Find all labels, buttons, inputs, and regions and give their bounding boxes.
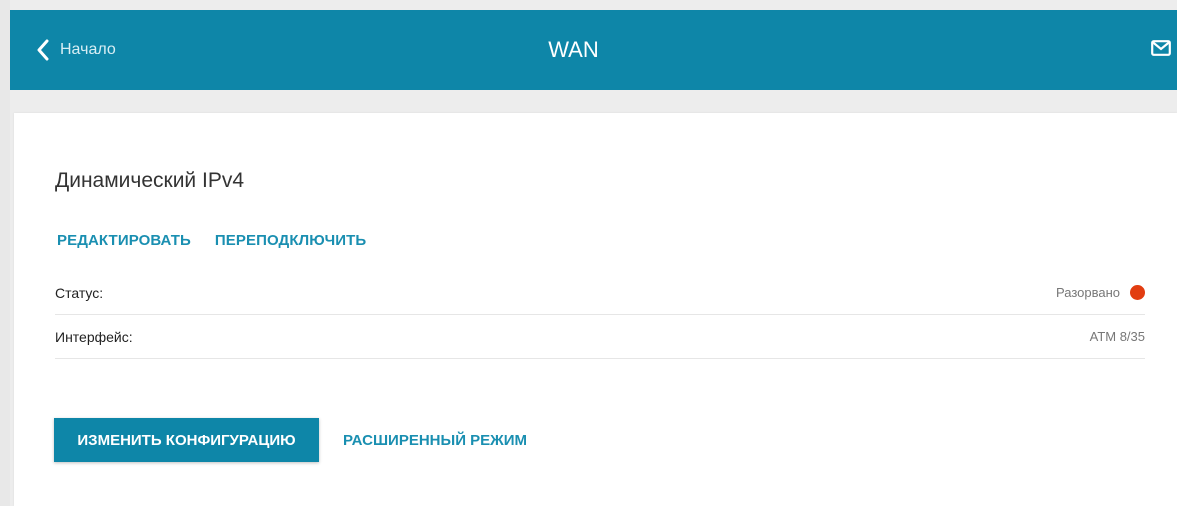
interface-row: Интерфейс: ATM 8/35 bbox=[55, 315, 1145, 359]
connection-title: Динамический IPv4 bbox=[55, 169, 245, 192]
edit-link[interactable]: РЕДАКТИРОВАТЬ bbox=[57, 232, 191, 249]
left-edge-strip bbox=[0, 0, 10, 506]
status-label: Статус: bbox=[55, 284, 104, 301]
mail-button[interactable] bbox=[1145, 10, 1177, 90]
reconnect-link[interactable]: ПЕРЕПОДКЛЮЧИТЬ bbox=[215, 232, 366, 249]
status-value: Разорвано bbox=[1056, 285, 1120, 300]
interface-value: ATM 8/35 bbox=[1089, 329, 1145, 344]
connection-actions: РЕДАКТИРОВАТЬ ПЕРЕПОДКЛЮЧИТЬ bbox=[57, 232, 366, 249]
status-row: Статус: Разорвано bbox=[55, 271, 1145, 315]
status-indicator-icon bbox=[1130, 285, 1145, 300]
change-config-button[interactable]: ИЗМЕНИТЬ КОНФИГУРАЦИЮ bbox=[54, 418, 319, 462]
interface-label: Интерфейс: bbox=[55, 328, 133, 345]
page-title: WAN bbox=[548, 37, 599, 62]
mail-icon bbox=[1151, 39, 1171, 61]
advanced-mode-button[interactable]: РАСШИРЕННЫЙ РЕЖИМ bbox=[343, 418, 527, 462]
top-bar: Начало WAN bbox=[10, 10, 1177, 90]
connection-card: Динамический IPv4 РЕДАКТИРОВАТЬ ПЕРЕПОДК… bbox=[14, 113, 1177, 506]
